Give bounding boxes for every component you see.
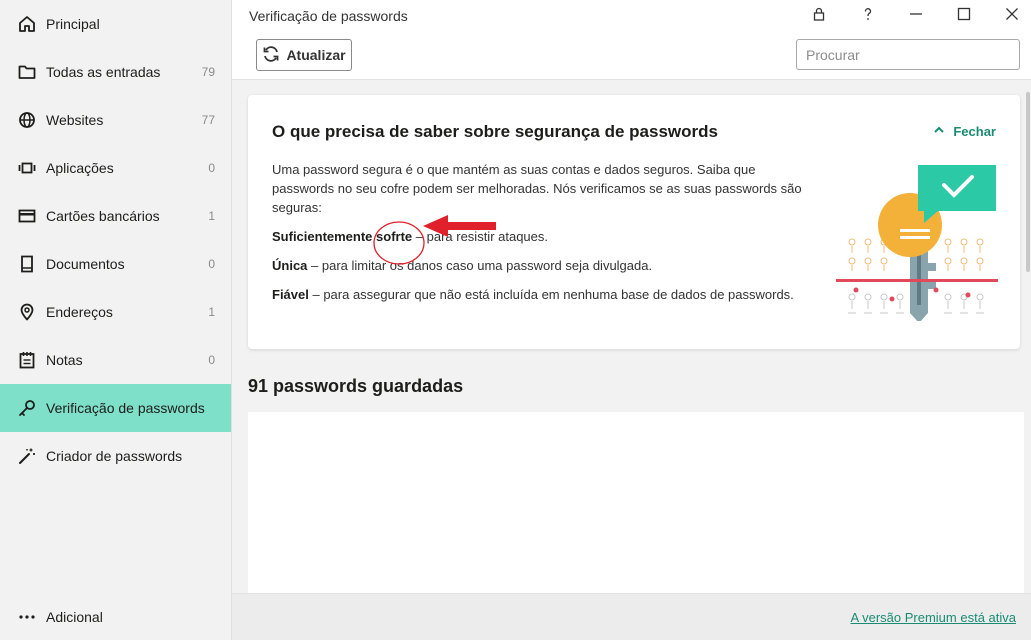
sidebar-item-addresses[interactable]: Endereços 1: [0, 288, 231, 336]
sidebar-item-count: 77: [201, 113, 215, 127]
close-info-label: Fechar: [953, 124, 996, 139]
sidebar-item-label: Cartões bancários: [46, 208, 160, 224]
document-icon: [18, 255, 36, 273]
sidebar-item-label: Endereços: [46, 304, 113, 320]
title-bar: Verificação de passwords Atualizar: [232, 0, 1031, 80]
criterion-term: Suficientemente sofrte: [272, 229, 413, 244]
sidebar: Principal Todas as entradas 79 Websites …: [0, 0, 232, 640]
lock-button[interactable]: [804, 4, 834, 28]
info-card-intro: Uma password segura é o que mantém as su…: [272, 162, 802, 215]
criterion-term: Fiável: [272, 287, 309, 302]
magic-wand-icon: [18, 447, 36, 465]
globe-icon: [18, 111, 36, 129]
criterion-description: – para resistir ataques.: [412, 229, 549, 244]
sidebar-item-count: 1: [208, 305, 215, 319]
sidebar-item-label: Adicional: [46, 609, 103, 625]
sidebar-item-bank-cards[interactable]: Cartões bancários 1: [0, 192, 231, 240]
criterion-strong: Suficientemente sofrte – para resistir a…: [272, 227, 802, 246]
footer: A versão Premium está ativa: [232, 593, 1031, 640]
maximize-button[interactable]: [949, 4, 979, 28]
sidebar-item-password-check[interactable]: Verificação de passwords: [0, 384, 231, 432]
sidebar-item-label: Criador de passwords: [46, 448, 183, 464]
info-card-body: Uma password segura é o que mantém as su…: [272, 160, 802, 314]
folder-icon: [18, 63, 36, 81]
criterion-term: Única: [272, 258, 308, 273]
sidebar-item-websites[interactable]: Websites 77: [0, 96, 231, 144]
window-title: Verificação de passwords: [249, 8, 408, 24]
main-area: Verificação de passwords Atualizar O que…: [232, 0, 1031, 640]
sidebar-item-label: Notas: [46, 352, 83, 368]
home-icon: [18, 15, 36, 33]
close-info-button[interactable]: Fechar: [933, 124, 996, 139]
sidebar-item-count: 1: [208, 209, 215, 223]
premium-status-link[interactable]: A versão Premium está ativa: [851, 610, 1016, 625]
sidebar-item-count: 79: [201, 65, 215, 79]
criterion-description: – para limitar os danos caso uma passwor…: [307, 258, 653, 273]
sidebar-item-password-generator[interactable]: Criador de passwords: [0, 432, 231, 480]
chevron-up-icon: [933, 124, 953, 139]
update-button-label: Atualizar: [286, 47, 346, 63]
content-scrollbar[interactable]: [1025, 80, 1031, 593]
sidebar-item-label: Documentos: [46, 256, 125, 272]
key-icon: [18, 399, 36, 417]
sidebar-item-count: 0: [208, 353, 215, 367]
lock-icon: [811, 6, 827, 27]
update-button[interactable]: Atualizar: [256, 39, 352, 71]
criterion-description: – para assegurar que não está incluída e…: [308, 287, 794, 302]
scrollbar-thumb[interactable]: [1026, 92, 1030, 272]
maximize-icon: [956, 6, 972, 27]
sidebar-item-label: Aplicações: [46, 160, 114, 176]
close-icon: [1004, 6, 1020, 27]
password-security-info-card: O que precisa de saber sobre segurança d…: [248, 95, 1020, 349]
sidebar-item-label: Verificação de passwords: [46, 400, 205, 416]
sidebar-item-label: Principal: [46, 16, 100, 32]
passwords-list: [248, 412, 1024, 593]
sidebar-item-additional[interactable]: Adicional: [0, 593, 231, 640]
passwords-section-title: 91 passwords guardadas: [248, 376, 464, 396]
sidebar-item-all-entries[interactable]: Todas as entradas 79: [0, 48, 231, 96]
notes-icon: [18, 351, 36, 369]
sidebar-item-label: Websites: [46, 112, 104, 128]
sidebar-item-count: 0: [208, 161, 215, 175]
info-card-title: O que precisa de saber sobre segurança d…: [272, 122, 718, 141]
minimize-button[interactable]: [901, 4, 931, 28]
refresh-icon: [262, 45, 286, 66]
sidebar-item-principal[interactable]: Principal: [0, 0, 231, 48]
criterion-unique: Única – para limitar os danos caso uma p…: [272, 256, 802, 275]
help-icon: [860, 6, 876, 27]
criterion-reliable: Fiável – para assegurar que não está inc…: [272, 285, 802, 304]
sidebar-item-applications[interactable]: Aplicações 0: [0, 144, 231, 192]
search-input[interactable]: [796, 39, 1020, 70]
sidebar-item-label: Todas as entradas: [46, 64, 161, 80]
credit-card-icon: [18, 207, 36, 225]
sidebar-item-notes[interactable]: Notas 0: [0, 336, 231, 384]
location-pin-icon: [18, 303, 36, 321]
sidebar-item-count: 0: [208, 257, 215, 271]
close-window-button[interactable]: [997, 4, 1027, 28]
minimize-icon: [908, 6, 924, 27]
sidebar-item-documents[interactable]: Documentos 0: [0, 240, 231, 288]
help-button[interactable]: [853, 4, 883, 28]
key-check-illustration: [836, 163, 998, 323]
more-dots-icon: [18, 608, 36, 626]
app-window-icon: [18, 159, 36, 177]
content-area: O que precisa de saber sobre segurança d…: [232, 80, 1031, 593]
